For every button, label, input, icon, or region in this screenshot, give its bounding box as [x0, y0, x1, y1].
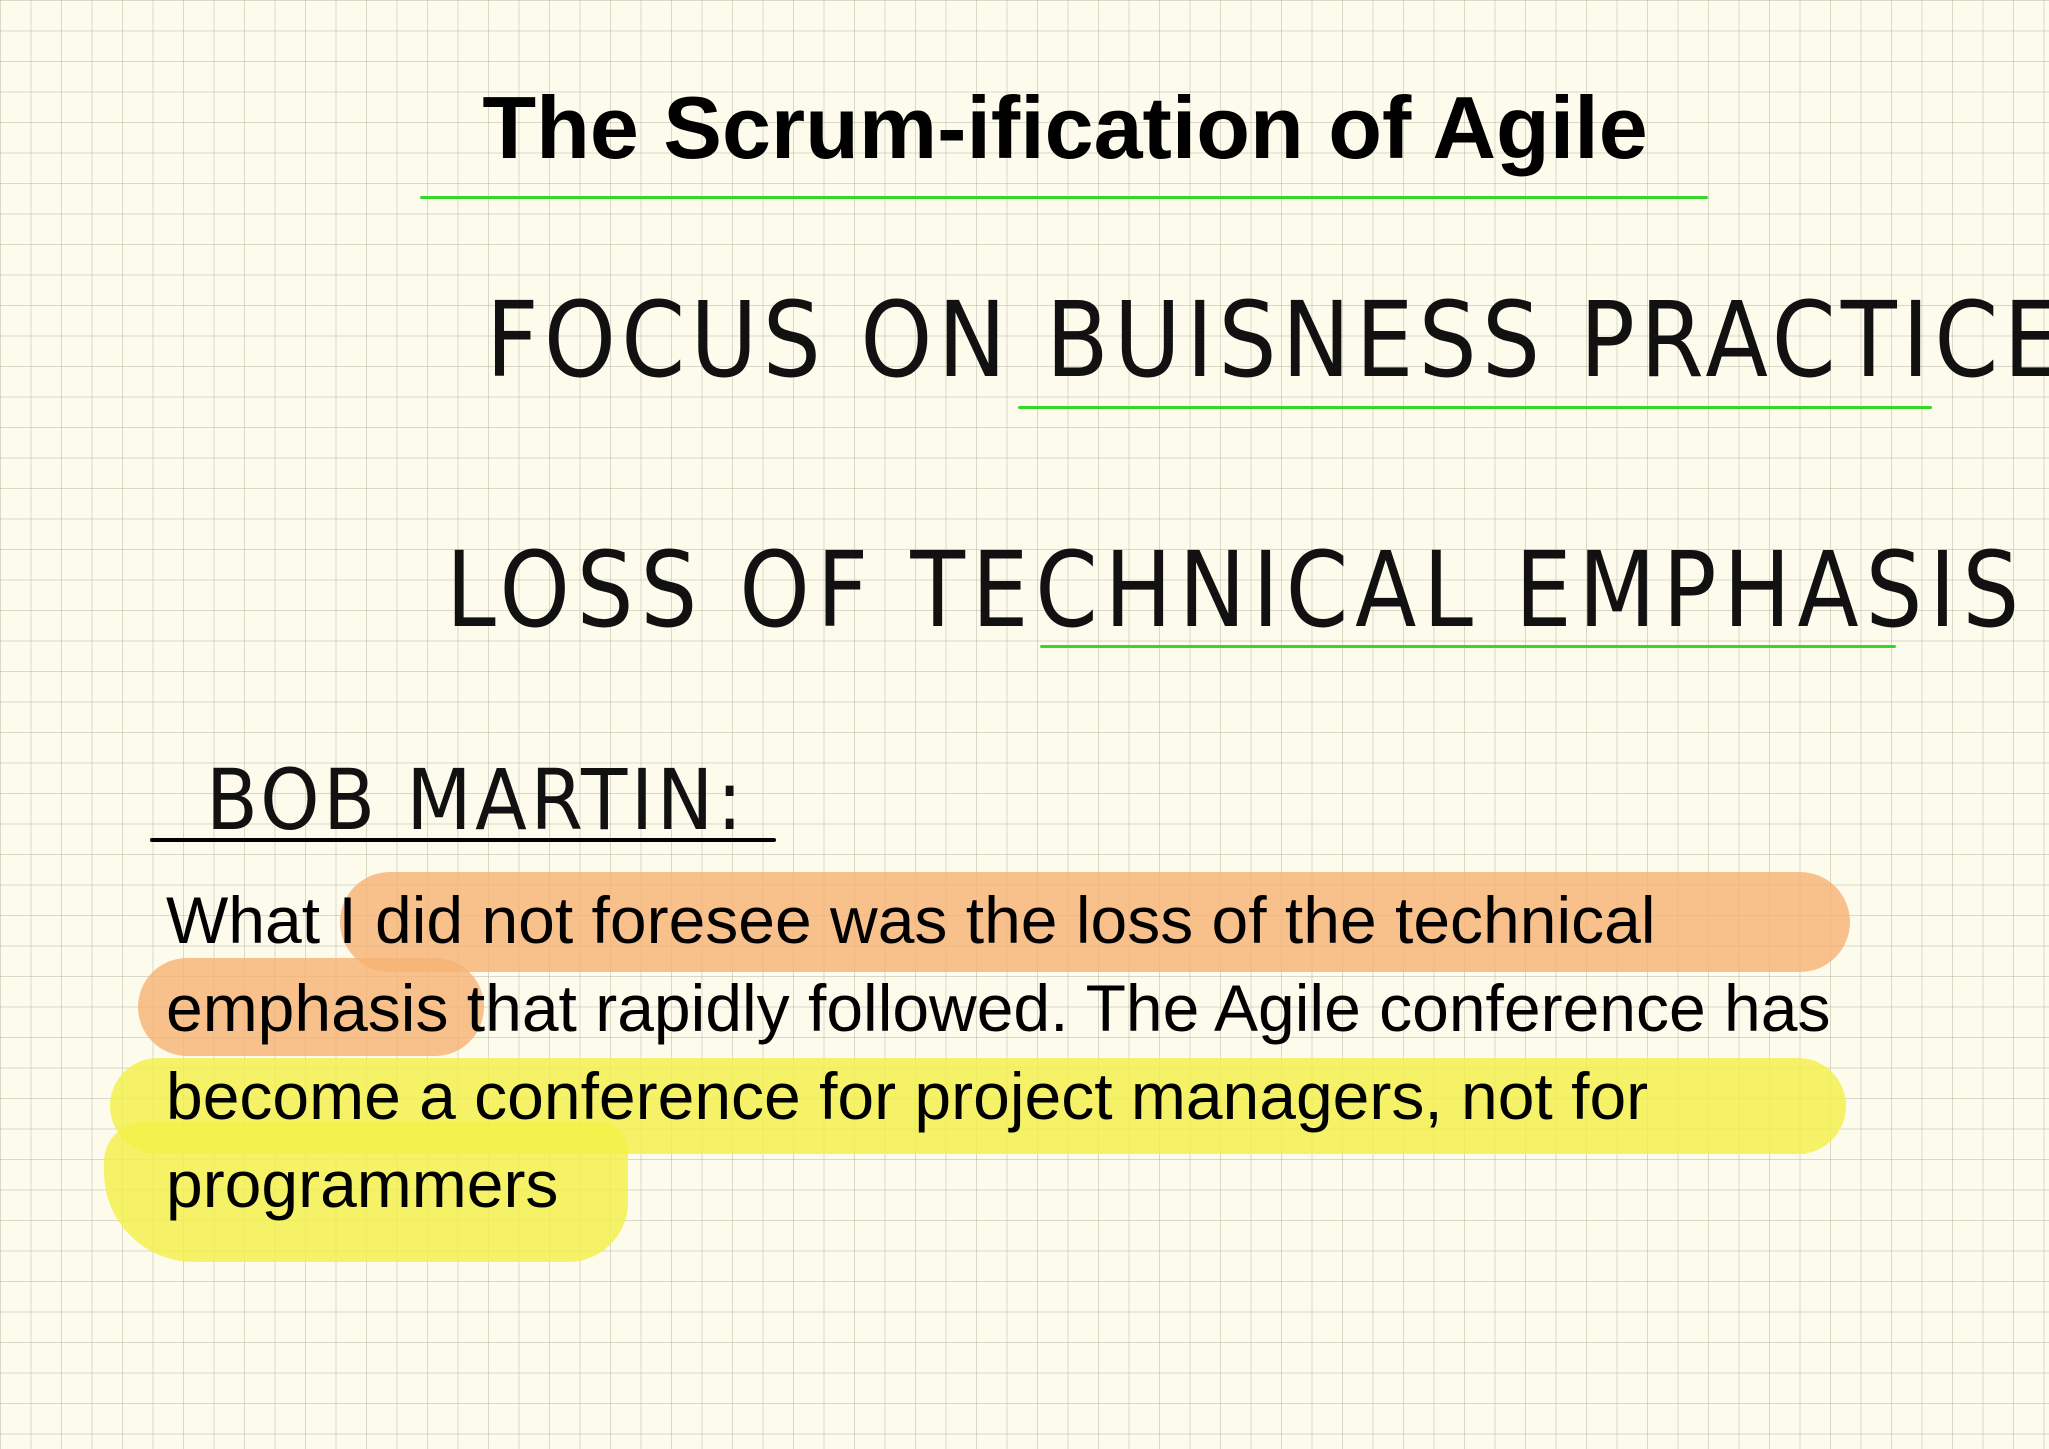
quote-line: What I did not foresee was the loss of t…: [166, 883, 1656, 957]
page-title: The Scrum-ification of Agile: [482, 78, 1648, 177]
quote-line: become a conference for project managers…: [166, 1059, 1649, 1133]
attribution-underline: [150, 838, 776, 842]
title-underline: [420, 196, 1708, 199]
handwritten-loss-line: Loss of Technical Emphasis: [446, 529, 2027, 651]
quote-line: emphasis that rapidly followed. The Agil…: [166, 971, 1831, 1045]
handwritten-focus-line: Focus ON Buisness Practices: [486, 279, 2049, 401]
attribution-label: Bob Martin:: [206, 751, 747, 849]
technical-emphasis-underline: [1040, 645, 1896, 648]
quote-block: What I did not foresee was the loss of t…: [166, 876, 2026, 1228]
business-practices-underline: [1018, 406, 1932, 409]
quote-line: programmers: [166, 1147, 559, 1221]
